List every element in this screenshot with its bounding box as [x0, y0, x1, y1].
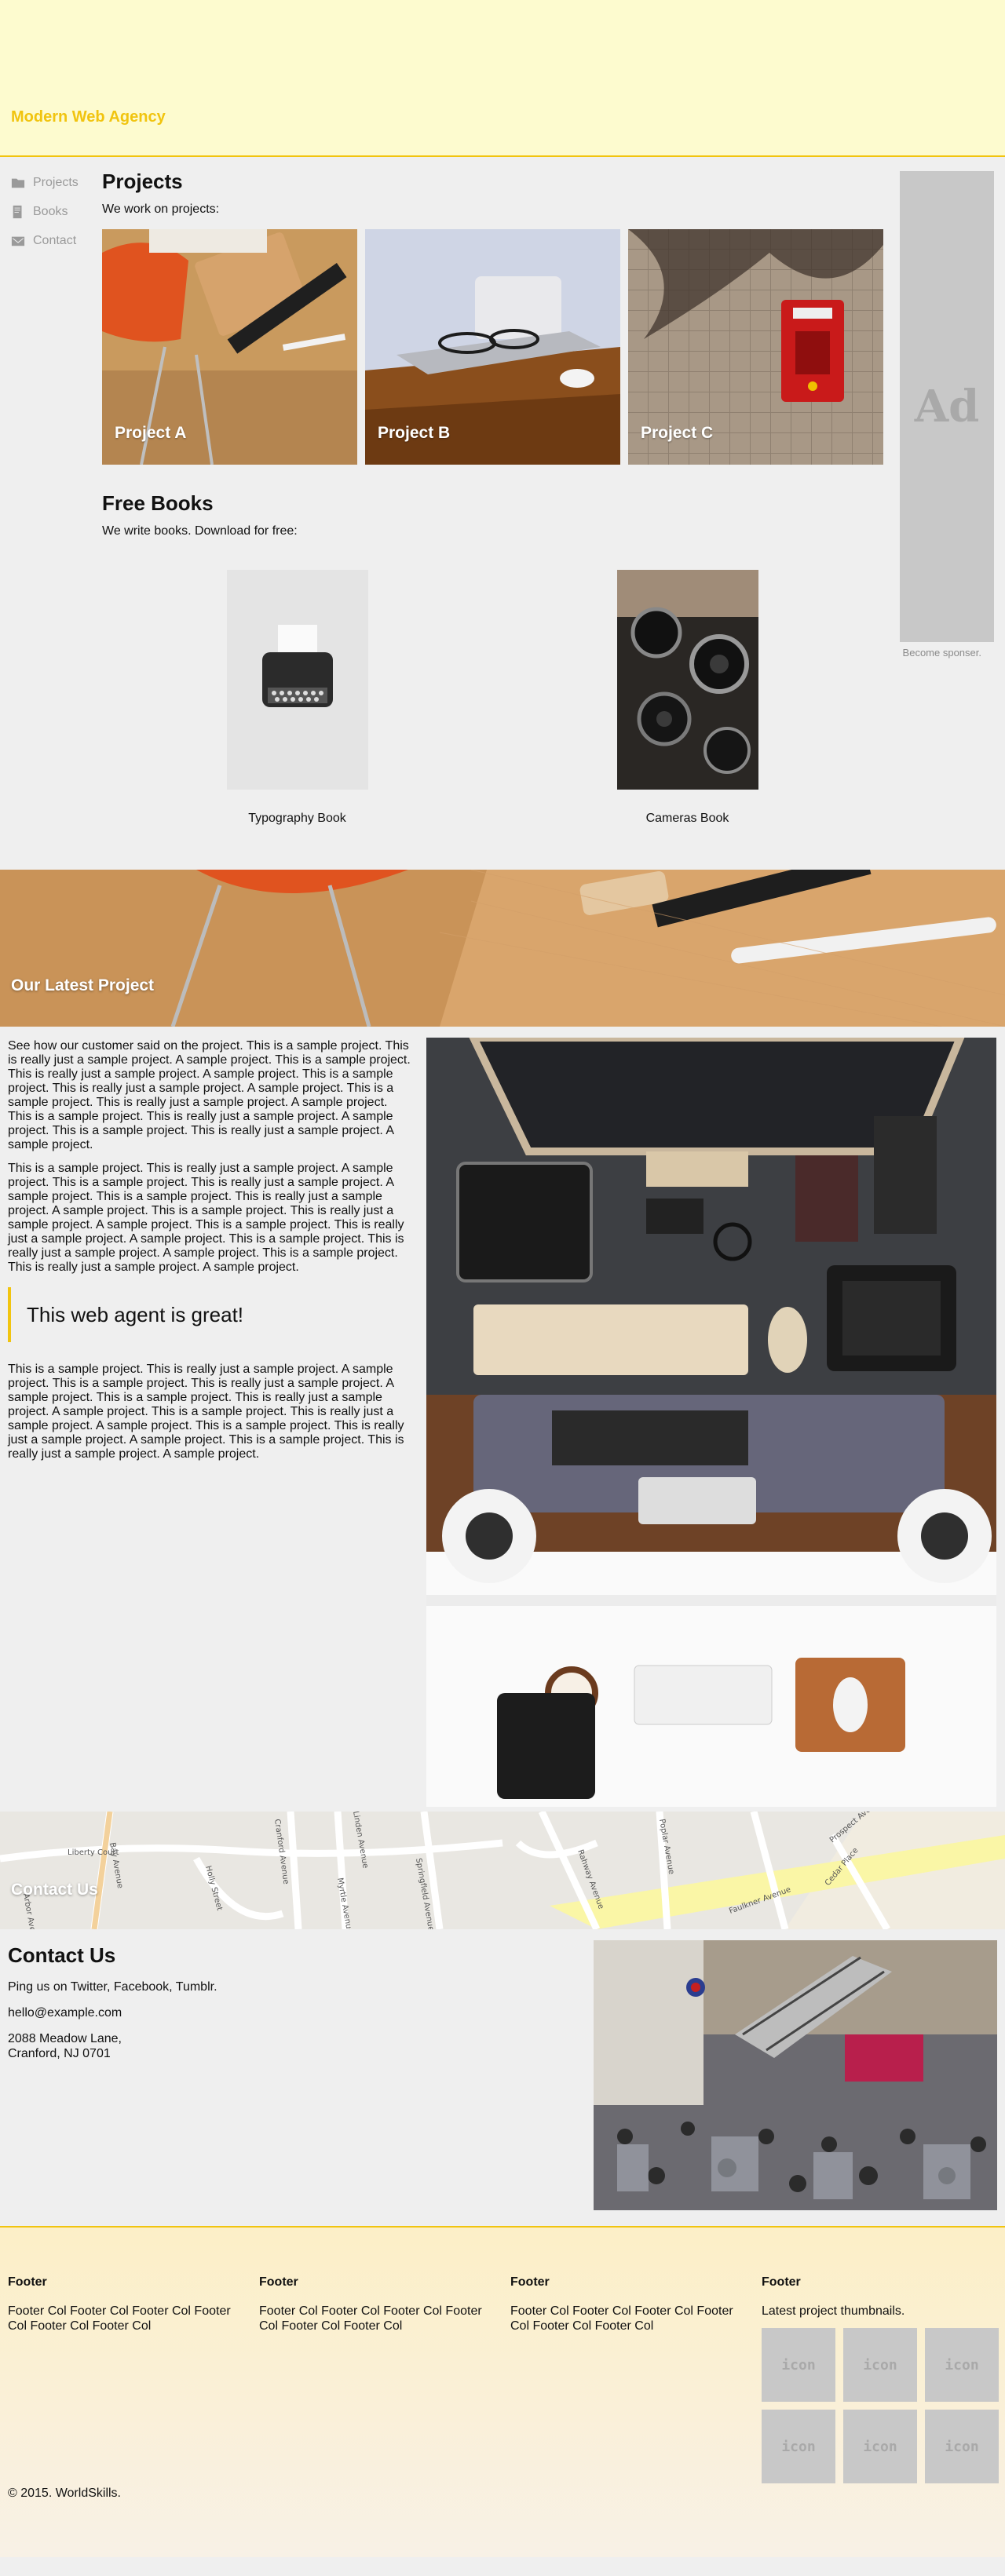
- latest-project-banner: Our Latest Project: [0, 870, 1005, 1027]
- footer-text: Footer Col Footer Col Footer Col Footer …: [510, 2304, 733, 2333]
- address-line-2: Cranford, NJ 0701: [8, 2047, 111, 2060]
- contact-photo: [594, 1940, 997, 2210]
- project-thumbnail[interactable]: icon: [762, 2410, 835, 2483]
- sidebar-item-contact[interactable]: Contact: [11, 226, 79, 255]
- paragraph: See how our customer said on the project…: [8, 1039, 411, 1151]
- ad-banner[interactable]: Ad: [900, 171, 994, 642]
- project-label: Project A: [115, 424, 187, 442]
- address-line-1: 2088 Meadow Lane,: [8, 2032, 122, 2045]
- paragraph: This is a sample project. This is really…: [8, 1363, 404, 1461]
- map-title: Contact Us: [11, 1881, 98, 1899]
- footer-heading: Footer: [8, 2275, 47, 2289]
- sidebar-item-label: Contact: [33, 233, 77, 247]
- contact-address: 2088 Meadow Lane, Cranford, NJ 0701: [8, 2031, 217, 2061]
- top-section: Projects Books Contact Projects We work …: [0, 157, 1005, 870]
- book-item: Typography Book: [102, 570, 492, 826]
- latest-project-banner-image: [0, 870, 1005, 1027]
- book-item: Cameras Book: [492, 570, 883, 826]
- contact-social: Ping us on Twitter, Facebook, Tumblr.: [8, 1980, 217, 1994]
- map-image: Liberty Court Bay Avenue Holly Street Cr…: [0, 1812, 1005, 1929]
- project-thumbnail[interactable]: icon: [843, 2410, 917, 2483]
- mail-icon: [11, 236, 25, 246]
- crowd-photo: [594, 1940, 997, 2210]
- footer-heading: Footer: [762, 2275, 801, 2289]
- latest-project-text: See how our customer said on the project…: [8, 1039, 412, 1471]
- footer-column-3: Footer Footer Col Footer Col Footer Col …: [510, 2275, 746, 2333]
- book-title[interactable]: Typography Book: [102, 812, 492, 826]
- projects-lead: We work on projects:: [102, 203, 220, 216]
- sidebar-item-projects[interactable]: Projects: [11, 168, 79, 197]
- cameras-book-cover[interactable]: [616, 570, 758, 790]
- latest-project-section: See how our customer said on the project…: [0, 1027, 1005, 1812]
- projects-title: Projects: [102, 170, 183, 193]
- book-title[interactable]: Cameras Book: [492, 812, 883, 826]
- footer-column-2: Footer Footer Col Footer Col Footer Col …: [259, 2275, 495, 2333]
- sidebar-nav: Projects Books Contact: [11, 168, 79, 255]
- copyright-text: © 2015. WorldSkills.: [8, 2487, 121, 2500]
- latest-project-title: Our Latest Project: [11, 976, 155, 994]
- project-thumbnail[interactable]: icon: [925, 2328, 999, 2402]
- project-card-c[interactable]: Project C: [628, 229, 883, 465]
- project-label: Project B: [378, 424, 451, 442]
- books-lead: We write books. Download for free:: [102, 524, 298, 538]
- latest-project-photos: [426, 1038, 996, 1807]
- folder-icon: [11, 178, 25, 188]
- site-header: Modern Web Agency: [0, 0, 1005, 157]
- sidebar-item-books[interactable]: Books: [11, 197, 79, 226]
- project-thumbnail[interactable]: icon: [843, 2328, 917, 2402]
- footer-text: Footer Col Footer Col Footer Col Footer …: [259, 2304, 482, 2333]
- sidebar-item-label: Projects: [33, 175, 79, 189]
- footer-text: Footer Col Footer Col Footer Col Footer …: [8, 2304, 231, 2333]
- project-card-a[interactable]: Project A: [102, 229, 357, 465]
- map-banner[interactable]: Liberty Court Bay Avenue Holly Street Cr…: [0, 1812, 1005, 1929]
- sidebar-item-label: Books: [33, 204, 68, 218]
- footer-heading: Footer: [259, 2275, 298, 2289]
- site-footer: Footer Footer Col Footer Col Footer Col …: [0, 2228, 1005, 2557]
- contact-title: Contact Us: [8, 1943, 116, 1967]
- main-content: Projects We work on projects: Project A: [102, 168, 883, 826]
- project-thumbnail[interactable]: icon: [762, 2328, 835, 2402]
- project-label: Project C: [641, 424, 714, 442]
- project-card-b[interactable]: Project B: [365, 229, 620, 465]
- book-list: Typography Book Cameras Book: [102, 570, 883, 826]
- testimonial-quote: This web agent is great!: [8, 1287, 412, 1342]
- thumbnail-grid: icon icon icon icon icon icon: [762, 2328, 999, 2483]
- ad-placeholder-text: Ad: [914, 381, 980, 432]
- footer-heading: Footer: [510, 2275, 550, 2289]
- project-thumbnail[interactable]: icon: [925, 2410, 999, 2483]
- footer-text: Latest project thumbnails.: [762, 2304, 905, 2318]
- footer-column-1: Footer Footer Col Footer Col Footer Col …: [8, 2275, 243, 2333]
- contact-info: Contact Us Ping us on Twitter, Facebook,…: [8, 1942, 217, 2061]
- typography-book-cover[interactable]: [226, 570, 368, 790]
- project-grid: Project A Project B Project C: [102, 229, 883, 465]
- footer-column-4: Footer Latest project thumbnails. icon i…: [762, 2275, 999, 2483]
- desk-top-photo: [426, 1038, 996, 1395]
- ad-caption: Become sponser.: [902, 647, 981, 659]
- books-title: Free Books: [102, 491, 214, 515]
- book-icon: [13, 205, 22, 218]
- contact-email[interactable]: hello@example.com: [8, 2005, 217, 2020]
- contact-section: Contact Us Ping us on Twitter, Facebook,…: [0, 1929, 1005, 2228]
- paragraph: This is a sample project. This is really…: [8, 1162, 404, 1274]
- brand-logo[interactable]: Modern Web Agency: [11, 108, 166, 126]
- workspace-photo: [426, 1395, 996, 1807]
